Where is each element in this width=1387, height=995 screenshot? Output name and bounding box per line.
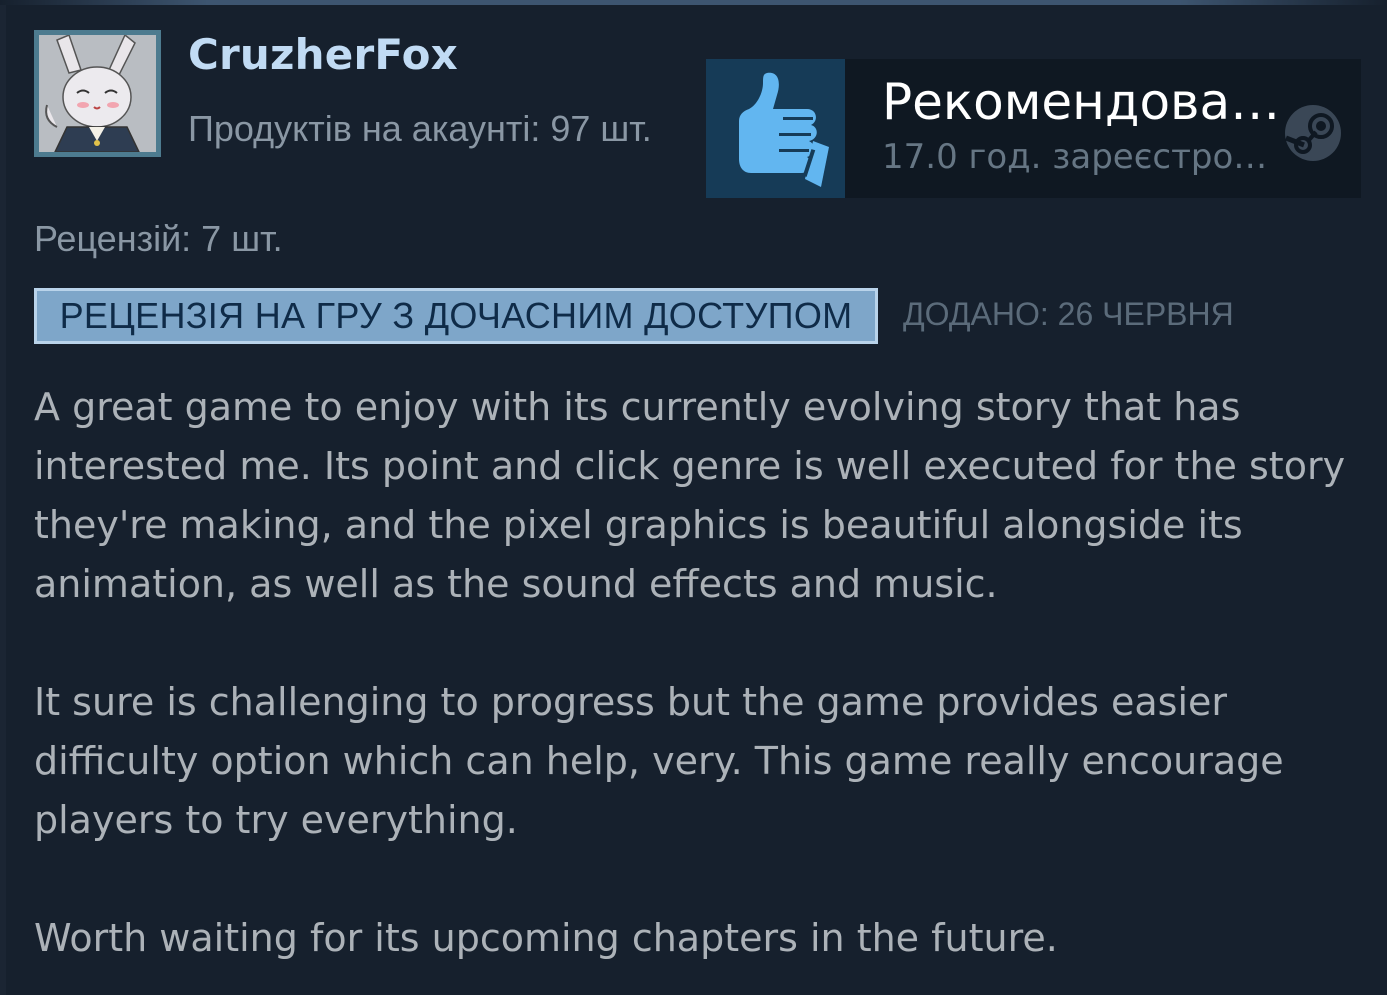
top-divider xyxy=(0,0,1387,5)
thumbs-up-icon xyxy=(738,72,829,187)
review-paragraph: Worth waiting for its upcoming chapters … xyxy=(34,916,1058,960)
recommendation-block[interactable]: Рекомендова… 17.0 год. зареєстро… xyxy=(706,59,1361,198)
products-owned[interactable]: Продуктів на акаунті: 97 шт. xyxy=(188,100,658,158)
review-paragraph: It sure is challenging to progress but t… xyxy=(34,680,1284,842)
steam-icon[interactable] xyxy=(1284,104,1342,162)
early-access-badge: РЕЦЕНЗІЯ НА ГРУ З ДОЧАСНИМ ДОСТУПОМ xyxy=(34,288,878,344)
recommendation-label[interactable]: Рекомендова… xyxy=(882,73,1280,131)
posted-date: ДОДАНО: 26 ЧЕРВНЯ xyxy=(903,296,1234,332)
left-border xyxy=(0,5,6,995)
reviewer-username[interactable]: CruzherFox xyxy=(188,30,458,79)
thumb-box xyxy=(706,59,845,198)
review-paragraph: A great game to enjoy with its currently… xyxy=(34,385,1346,606)
reviews-count[interactable]: Рецензій: 7 шт. xyxy=(34,210,283,268)
avatar[interactable] xyxy=(34,30,161,157)
hours-recorded: 17.0 год. зареєстро… xyxy=(882,137,1268,177)
early-access-label: РЕЦЕНЗІЯ НА ГРУ З ДОЧАСНИМ ДОСТУПОМ xyxy=(59,295,853,336)
avatar-image xyxy=(39,35,156,152)
review-body: A great game to enjoy with its currently… xyxy=(34,378,1354,968)
